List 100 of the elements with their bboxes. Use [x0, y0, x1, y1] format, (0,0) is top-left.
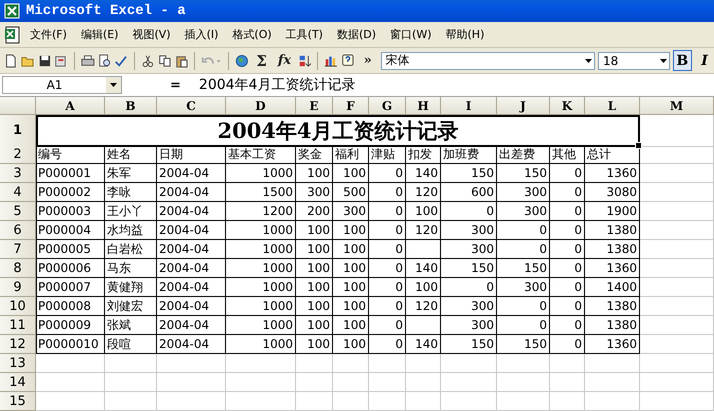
table-cell: 1360 — [585, 335, 640, 354]
row-header[interactable]: 5 — [0, 202, 36, 221]
table-cell: 1400 — [585, 278, 640, 297]
bold-button[interactable]: B — [672, 50, 692, 71]
table-cell: 1000 — [226, 335, 296, 354]
table-cell: 张斌 — [105, 316, 157, 335]
column-header[interactable]: C — [157, 97, 226, 115]
table-cell: 300 — [441, 221, 497, 240]
row-header[interactable]: 7 — [0, 240, 36, 259]
menu-item[interactable]: 窗口(W) — [384, 25, 438, 44]
column-header[interactable]: E — [296, 97, 333, 115]
row-header[interactable]: 10 — [0, 297, 36, 316]
copy-icon[interactable] — [158, 52, 172, 68]
name-box[interactable]: A1 — [2, 76, 122, 94]
spreadsheet-document-icon[interactable] — [4, 26, 22, 44]
table-cell: 140 — [406, 164, 441, 183]
table-cell: 150 — [497, 335, 550, 354]
table-cell: 黄健翔 — [105, 278, 157, 297]
table-cell: 500 — [333, 183, 369, 202]
table-cell: 100 — [406, 278, 441, 297]
dropdown-arrow-icon — [660, 58, 667, 62]
cut-scissors-icon[interactable] — [141, 52, 155, 68]
table-cell: 140 — [406, 259, 441, 278]
row-header[interactable]: 6 — [0, 221, 36, 240]
menu-item[interactable]: 插入(I) — [178, 25, 224, 44]
column-header[interactable]: F — [333, 97, 369, 115]
column-header[interactable]: L — [585, 97, 640, 115]
dropdown-button[interactable] — [106, 77, 121, 93]
row-header[interactable]: 1 — [0, 115, 36, 147]
table-cell: 300 — [497, 278, 550, 297]
globe-icon[interactable] — [234, 52, 248, 68]
column-header[interactable]: H — [406, 97, 441, 115]
select-all-corner[interactable] — [0, 97, 36, 115]
column-header[interactable]: A — [36, 97, 105, 115]
insert-function-button[interactable]: fx — [274, 50, 294, 70]
table-cell: 0 — [497, 240, 550, 259]
table-cell: 100 — [406, 202, 441, 221]
table-cell: 150 — [441, 335, 497, 354]
menu-item[interactable]: 编辑(E) — [74, 25, 124, 44]
table-cell: P000007 — [36, 278, 105, 297]
row-header[interactable]: 2 — [0, 145, 36, 164]
sheet-title-cell[interactable]: 2004年4月工资统计记录 — [36, 115, 640, 147]
menu-item[interactable]: 帮助(H) — [440, 25, 490, 44]
row-header[interactable]: 8 — [0, 259, 36, 278]
help-icon[interactable] — [340, 52, 355, 68]
row-header[interactable]: 12 — [0, 335, 36, 354]
table-cell: P000001 — [36, 164, 105, 183]
table-cell: 3080 — [585, 183, 640, 202]
column-header[interactable]: B — [105, 97, 157, 115]
table-cell: 100 — [333, 221, 369, 240]
fill-handle[interactable] — [635, 142, 642, 149]
table-cell: 2004-04 — [157, 278, 226, 297]
table-cell: 1000 — [226, 240, 296, 259]
table-cell: 100 — [296, 240, 333, 259]
column-label-cell: 出差费 — [497, 145, 550, 164]
table-cell: 1500 — [226, 183, 296, 202]
empty-cell[interactable] — [406, 240, 441, 259]
font-size-dropdown[interactable]: 18 — [598, 52, 670, 70]
formula-input-field[interactable]: 2004年4月工资统计记录 — [198, 76, 356, 94]
column-header[interactable]: D — [226, 97, 296, 115]
more-buttons[interactable]: » — [358, 50, 378, 70]
column-header[interactable]: K — [550, 97, 585, 115]
menu-item[interactable]: 数据(D) — [330, 25, 382, 44]
table-cell: 150 — [441, 164, 497, 183]
table-cell: 100 — [296, 297, 333, 316]
print-icon[interactable] — [80, 52, 95, 68]
new-document-icon[interactable] — [4, 52, 18, 68]
table-cell: 1000 — [226, 278, 296, 297]
row-header[interactable]: 3 — [0, 164, 36, 183]
print-preview-icon[interactable] — [98, 52, 112, 68]
row-header[interactable]: 15 — [0, 392, 36, 411]
column-header[interactable]: I — [441, 97, 497, 115]
table-cell: 0 — [497, 297, 550, 316]
table-cell: 2004-04 — [157, 259, 226, 278]
menu-item[interactable]: 工具(T) — [280, 25, 329, 44]
row-header[interactable]: 9 — [0, 278, 36, 297]
row-header[interactable]: 14 — [0, 373, 36, 392]
table-cell: 300 — [497, 183, 550, 202]
empty-cell[interactable] — [406, 316, 441, 335]
menu-item[interactable]: 视图(V) — [126, 25, 177, 44]
column-label-cell: 总计 — [585, 145, 640, 164]
table-cell: 2004-04 — [157, 297, 226, 316]
table-cell: 2004-04 — [157, 316, 226, 335]
column-label-cell: 奖金 — [296, 145, 333, 164]
column-header[interactable]: G — [369, 97, 406, 115]
font-name-dropdown[interactable]: 宋体 — [380, 52, 596, 70]
row-header[interactable]: 11 — [0, 316, 36, 335]
table-cell: 0 — [550, 221, 585, 240]
italic-button[interactable]: I — [694, 50, 714, 71]
table-cell: 300 — [441, 297, 497, 316]
column-header[interactable]: M — [640, 97, 714, 115]
table-cell: 150 — [441, 259, 497, 278]
table-cell: 0 — [550, 278, 585, 297]
column-header[interactable]: J — [497, 97, 550, 115]
menu-item[interactable]: 文件(F) — [24, 25, 73, 44]
table-cell: 0 — [550, 297, 585, 316]
row-header[interactable]: 4 — [0, 183, 36, 202]
menu-item[interactable]: 格式(O) — [226, 25, 278, 44]
autosum-button[interactable]: Σ — [252, 50, 272, 70]
row-header[interactable]: 13 — [0, 354, 36, 373]
